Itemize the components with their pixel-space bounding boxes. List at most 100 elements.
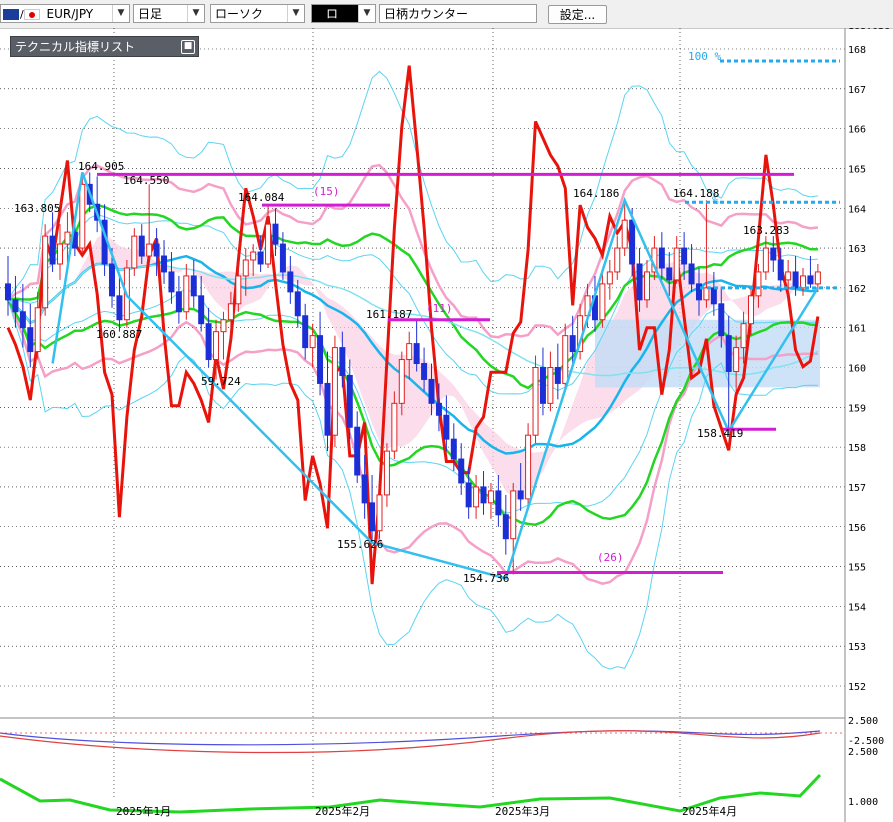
candle xyxy=(673,236,680,284)
candle xyxy=(94,176,101,233)
candle-body xyxy=(487,490,494,504)
candle-body xyxy=(205,323,212,361)
candle-body xyxy=(369,502,376,532)
candle-body xyxy=(569,335,576,353)
eu-flag-icon xyxy=(3,9,19,20)
candle-body xyxy=(138,235,145,257)
annotation-label: 163.283 xyxy=(743,224,789,237)
candle xyxy=(183,263,190,320)
annotation-label: 163.805 xyxy=(14,202,60,215)
annotation-label: 59.724 xyxy=(201,375,241,388)
toolbar: / EUR/JPY ▼ 日足 ▼ ローソク ▼ ロ ▼ 日柄カウンター 設定..… xyxy=(0,0,893,29)
candle-body xyxy=(257,251,264,265)
candle-body xyxy=(502,514,509,540)
price-axis-label: 156 xyxy=(848,523,866,534)
candle-body xyxy=(755,271,762,297)
sub-axis-label: 1.000 xyxy=(848,797,878,808)
annotation-label: 164.550 xyxy=(123,174,169,187)
candle-body xyxy=(643,271,650,301)
candle-body xyxy=(733,347,740,372)
candle-body xyxy=(175,291,182,313)
candle-body xyxy=(673,247,680,281)
price-axis-label: 164 xyxy=(848,204,866,215)
price-axis-label: 165 xyxy=(848,164,866,175)
axes: 168 167 166 165 164 163 162 161 160 159 158 157 156 1… xyxy=(116,28,890,818)
candle xyxy=(614,236,621,280)
price-axis-label: 163 xyxy=(848,244,866,255)
date-axis-label: 2025年4月 xyxy=(682,804,737,818)
timeframe-select[interactable]: 日足 ▼ xyxy=(133,4,205,23)
annotation-label: 164.084 xyxy=(238,191,285,204)
sub-axis-label: 2.500 xyxy=(848,747,878,758)
annotation-label: 100 % xyxy=(688,50,721,63)
day-counter-label: 日柄カウンター xyxy=(384,7,469,21)
drawing-tool-label: ロ xyxy=(326,7,339,21)
candle-body xyxy=(421,363,428,380)
candle-body xyxy=(42,235,49,309)
candle-body xyxy=(406,343,413,361)
candle xyxy=(317,311,324,396)
candle xyxy=(272,208,279,257)
candle xyxy=(49,212,56,272)
price-chart[interactable]: 164.905164.550 164.084 163.805 160.887 59.72… xyxy=(0,28,893,822)
candle-body xyxy=(131,235,138,269)
chevron-down-icon: ▼ xyxy=(112,5,129,22)
candle-body xyxy=(354,426,361,476)
candle-body xyxy=(532,367,539,436)
candle-body xyxy=(265,223,272,265)
candle xyxy=(383,443,390,507)
candle-body xyxy=(34,307,41,353)
candle-body xyxy=(279,243,286,273)
annotation-label: 155.626 xyxy=(337,538,383,551)
candle xyxy=(532,355,539,444)
candle-body xyxy=(19,311,26,329)
candle-body xyxy=(331,347,338,436)
candle-body xyxy=(376,494,383,532)
candle xyxy=(175,275,182,324)
candle-body xyxy=(302,315,309,349)
candle-body xyxy=(800,275,807,289)
candle-body xyxy=(346,374,353,428)
price-axis-label: 168 xyxy=(848,45,866,56)
chart-type-select[interactable]: ローソク ▼ xyxy=(210,4,305,23)
candle-body xyxy=(12,299,19,313)
price-axis-label: 157 xyxy=(848,483,866,494)
candle xyxy=(287,256,294,304)
candle-body xyxy=(116,295,123,321)
candle xyxy=(480,471,487,515)
candle xyxy=(413,319,420,372)
day-counter-field[interactable]: 日柄カウンター xyxy=(379,4,537,23)
minimize-icon[interactable]: ■ xyxy=(181,40,195,54)
candle xyxy=(205,307,212,368)
candle-body xyxy=(770,247,777,261)
candle-body xyxy=(242,259,249,277)
candle-body xyxy=(740,323,747,349)
annotation-label: (11) xyxy=(426,302,453,315)
symbol-select[interactable]: / EUR/JPY ▼ xyxy=(0,4,130,23)
candle-body xyxy=(658,247,665,269)
price-axis-label: 154 xyxy=(848,602,866,613)
price-axis-label: 153 xyxy=(848,642,866,653)
candle-body xyxy=(443,414,450,440)
price-axis-label: 158 xyxy=(848,443,866,454)
drawing-tool-select[interactable]: ロ ▼ xyxy=(311,4,376,23)
annotation-label: 161.187 xyxy=(366,308,412,321)
candle-body xyxy=(554,367,561,384)
technical-indicator-list-panel[interactable]: テクニカル指標リスト ■ xyxy=(10,36,199,57)
candle xyxy=(250,244,257,276)
candle-body xyxy=(703,287,710,301)
candle xyxy=(502,494,509,555)
settings-button[interactable]: 設定... xyxy=(548,5,607,24)
candle-body xyxy=(294,291,301,317)
candle xyxy=(539,347,546,416)
japan-flag-icon xyxy=(23,9,40,20)
candle-body xyxy=(64,231,71,245)
sub-axis-label: -2.500 xyxy=(848,736,884,747)
symbol-label: EUR/JPY xyxy=(46,7,94,21)
indicator-list-title: テクニカル指標リスト xyxy=(15,40,136,54)
annotation-label: % xyxy=(712,194,719,207)
annotation-label: 164.905 xyxy=(78,160,124,173)
date-axis-label: 2025年1月 xyxy=(116,804,171,818)
candle-body xyxy=(495,490,502,516)
candle-body xyxy=(198,295,205,325)
